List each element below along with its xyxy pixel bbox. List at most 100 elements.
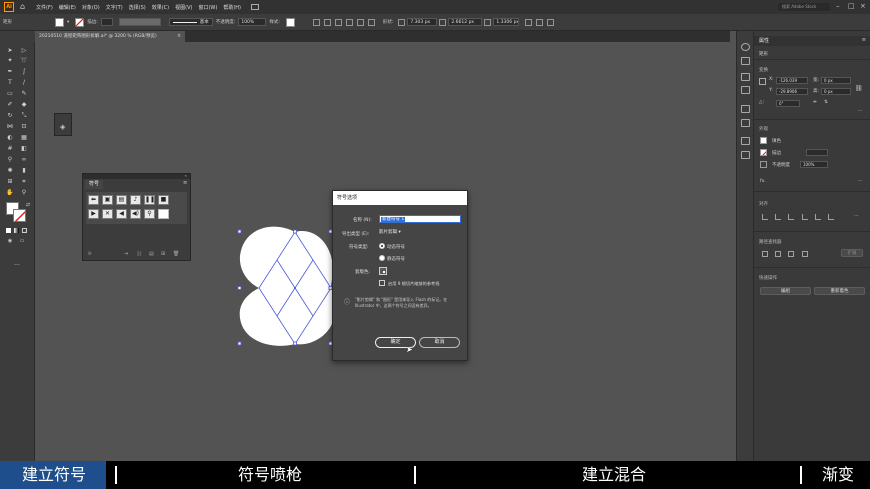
name-input[interactable]: 新建符号 1	[379, 215, 461, 223]
group-button[interactable]: 编组	[760, 287, 811, 295]
align-icon[interactable]	[312, 18, 320, 26]
shaper-tool-icon[interactable]: ✐	[6, 101, 14, 108]
flip-vertical-icon[interactable]: ⇅	[824, 100, 828, 105]
column-graph-tool-icon[interactable]: ▮	[20, 167, 28, 174]
menu-help[interactable]: 帮助(H)	[223, 4, 241, 11]
properties-tab[interactable]: 属性	[759, 37, 769, 44]
close-tab-icon[interactable]: ×	[177, 31, 181, 42]
unite-icon[interactable]	[762, 251, 768, 257]
free-transform-tool-icon[interactable]: ⊡	[20, 123, 28, 130]
layers-mini-panel[interactable]: ◈	[54, 113, 72, 136]
gradient-mode-icon[interactable]	[14, 228, 19, 233]
isolate-icon[interactable]	[536, 18, 544, 26]
width-field[interactable]: 0 px	[821, 77, 851, 84]
symbol-search-icon[interactable]: ⚲	[144, 209, 155, 219]
align-bottom-icon[interactable]	[828, 214, 834, 220]
screen-mode-icon[interactable]: ▭	[18, 238, 26, 245]
symbol-options-icon[interactable]: ▤	[149, 251, 154, 257]
exclude-icon[interactable]	[802, 251, 808, 257]
reference-point-icon[interactable]	[398, 18, 406, 26]
symbol-sprayer-tool-icon[interactable]: ✺	[6, 167, 14, 174]
symbol-film-icon[interactable]: ▤	[116, 195, 127, 205]
blend-tool-icon[interactable]: ∞	[20, 156, 28, 163]
layers-icon[interactable]: ◈	[60, 123, 65, 131]
stroke-swatch[interactable]	[760, 149, 767, 156]
brush-definition-field[interactable]: 基本	[168, 18, 213, 26]
dynamic-symbol-radio[interactable]	[379, 243, 385, 249]
search-input[interactable]: 搜索 Adobe Stock	[778, 3, 830, 11]
intersect-icon[interactable]	[788, 251, 794, 257]
eyedropper-tool-icon[interactable]: ⚲	[6, 156, 14, 163]
document-tab[interactable]: 20210510 道程矩阵图形拆解.ai* @ 3200 % (RGB/预览)	[35, 31, 185, 42]
menu-view[interactable]: 视图(V)	[175, 4, 192, 11]
color-guide-icon[interactable]	[741, 57, 750, 65]
chevron-down-icon[interactable]: ▾	[67, 20, 69, 25]
stroke-swatch[interactable]	[75, 17, 85, 27]
selection-tool-icon[interactable]: ➤	[6, 47, 14, 54]
reference-point-icon[interactable]	[759, 78, 766, 85]
x-field[interactable]: -126.039	[776, 77, 808, 84]
stroke-color-swatch[interactable]	[13, 209, 26, 222]
menu-type[interactable]: 文字(T)	[106, 4, 123, 11]
symbol-volume-low-icon[interactable]: ◀	[116, 209, 127, 219]
rectangle-tool-icon[interactable]: ▭	[6, 90, 14, 97]
type-tool-icon[interactable]: T	[6, 79, 14, 86]
minimize-icon[interactable]: –	[836, 2, 840, 10]
swap-fill-stroke-icon[interactable]: ⇄	[24, 202, 32, 209]
opacity-field[interactable]: 100%	[800, 161, 828, 168]
artboard-tool-icon[interactable]: ⊞	[6, 178, 14, 185]
angle-icon[interactable]	[484, 18, 492, 26]
stroke-weight-field[interactable]	[806, 149, 828, 156]
break-link-icon[interactable]: ⛓	[136, 251, 142, 257]
symbol-new-white-icon[interactable]	[158, 209, 169, 219]
rotate-tool-icon[interactable]: ↻	[6, 112, 14, 119]
place-symbol-icon[interactable]: ⇥	[124, 251, 128, 257]
align-hcenter-icon[interactable]	[775, 214, 781, 220]
curvature-tool-icon[interactable]: ∫	[20, 68, 28, 75]
workspace-switcher-icon[interactable]	[251, 4, 259, 10]
fx-button[interactable]: fx.	[760, 179, 766, 184]
height-field[interactable]: 0 px	[821, 88, 851, 95]
angle-field[interactable]: 1.3306 px	[493, 18, 520, 26]
more-tools-icon[interactable]: ···	[13, 262, 21, 269]
more-options-icon[interactable]: ···	[858, 179, 862, 184]
symbol-volume-high-icon[interactable]: ◀)	[130, 209, 141, 219]
hand-tool-icon[interactable]: ✋	[6, 189, 14, 196]
symbol-stop-icon[interactable]: ■	[158, 195, 169, 205]
fill-swatch[interactable]	[760, 137, 767, 144]
color-panel-icon[interactable]	[741, 43, 750, 51]
gradient-panel-icon[interactable]	[741, 119, 750, 127]
more-options-icon[interactable]: ···	[858, 109, 862, 114]
symbol-libraries-icon[interactable]: ⊪	[88, 251, 92, 257]
lasso-tool-icon[interactable]: ➰	[20, 57, 28, 64]
panel-menu-icon[interactable]	[547, 18, 555, 26]
direct-selection-tool-icon[interactable]: ▷	[20, 47, 28, 54]
panel-menu-icon[interactable]: ≡	[183, 180, 187, 186]
menu-edit[interactable]: 编辑(E)	[59, 4, 76, 11]
y-field[interactable]: -29.8906	[776, 88, 808, 95]
symbol-music-icon[interactable]: ♪	[130, 195, 141, 205]
mesh-tool-icon[interactable]: #	[6, 145, 14, 152]
menu-select[interactable]: 选择(S)	[129, 4, 146, 11]
shape-builder-tool-icon[interactable]: ◐	[6, 134, 14, 141]
brushes-icon[interactable]	[741, 86, 750, 94]
appearance-icon[interactable]	[741, 151, 750, 159]
drawing-mode-icon[interactable]: ◉	[6, 238, 14, 245]
expand-button[interactable]: 扩展	[841, 249, 863, 257]
magic-wand-tool-icon[interactable]: ✦	[6, 57, 14, 64]
close-window-icon[interactable]: ×	[860, 2, 866, 10]
export-type-select[interactable]: 影片剪辑 ▾	[379, 229, 419, 237]
align-middle-icon[interactable]	[356, 18, 364, 26]
nine-slice-checkbox[interactable]	[379, 280, 385, 286]
symbol-arrow-left-icon[interactable]: ⬅	[88, 195, 99, 205]
variable-width-field[interactable]	[118, 18, 161, 26]
symbol-mute-icon[interactable]: ✕	[102, 209, 113, 219]
static-symbol-radio[interactable]	[379, 255, 385, 261]
link-icon[interactable]	[439, 18, 447, 26]
width-field[interactable]: 7.303 px	[407, 18, 438, 26]
menu-effect[interactable]: 效果(C)	[152, 4, 169, 11]
none-mode-icon[interactable]	[22, 228, 27, 233]
delete-symbol-icon[interactable]: 🗑	[173, 251, 179, 257]
maximize-icon[interactable]: □	[848, 2, 855, 10]
menu-window[interactable]: 窗口(W)	[198, 4, 217, 11]
